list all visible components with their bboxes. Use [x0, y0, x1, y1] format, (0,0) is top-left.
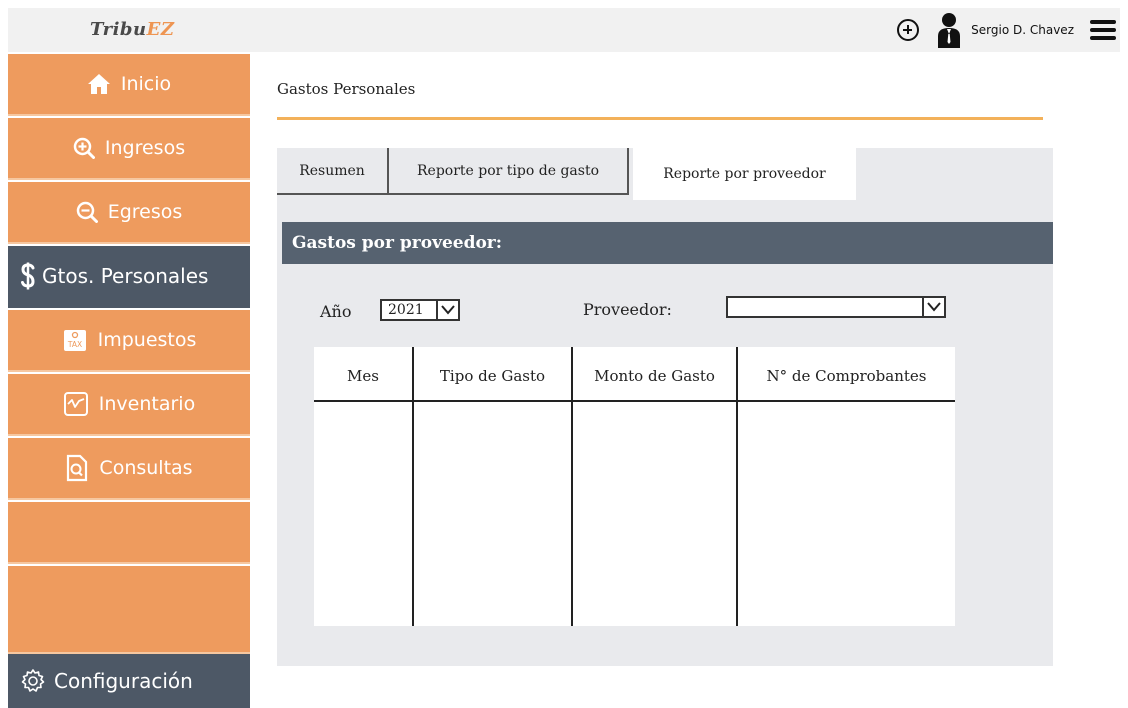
tax-icon: TAX [62, 327, 88, 353]
header-divider [314, 400, 955, 402]
tab-reporte-proveedor[interactable]: Reporte por proveedor [633, 148, 856, 200]
dollar-icon [20, 262, 36, 290]
home-icon [87, 73, 111, 95]
column-divider [571, 347, 573, 626]
column-divider [412, 347, 414, 626]
page-title: Gastos Personales [277, 80, 416, 98]
logo-accent-text: EZ [146, 19, 175, 40]
app-logo[interactable]: TribuEZ [90, 19, 174, 40]
sidebar-item-consultas[interactable]: Consultas [8, 438, 250, 500]
column-header-tipo-gasto: Tipo de Gasto [439, 367, 546, 385]
tab-resumen[interactable]: Resumen [277, 148, 389, 195]
year-select-value: 2021 [388, 302, 424, 318]
sidebar-item-gtos-personales[interactable]: Gtos. Personales [8, 246, 250, 308]
sidebar-item-inventario[interactable]: Inventario [8, 374, 250, 436]
chart-icon [63, 391, 89, 417]
tab-reporte-tipo-gasto[interactable]: Reporte por tipo de gasto [389, 148, 629, 195]
svg-text:TAX: TAX [66, 340, 81, 349]
logo-main-text: Tribu [90, 19, 147, 40]
user-name[interactable]: Sergio D. Chavez [971, 23, 1074, 37]
sidebar-item-ingresos[interactable]: Ingresos [8, 118, 250, 180]
year-label: Año [320, 302, 352, 321]
sidebar-item-label: Configuración [54, 669, 193, 693]
sidebar-item-label: Egresos [107, 201, 183, 223]
report-panel: Resumen Reporte por tipo de gasto Report… [277, 148, 1053, 666]
top-bar: TribuEZ Sergio D. Chavez [8, 8, 1120, 52]
sidebar-item-impuestos[interactable]: TAX Impuestos [8, 310, 250, 372]
provider-select[interactable] [726, 296, 946, 318]
chevron-down-icon[interactable] [922, 297, 944, 317]
tab-label: Reporte por proveedor [663, 166, 826, 182]
sidebar-empty-slot [8, 566, 250, 654]
gear-icon [20, 668, 46, 694]
provider-report-table: Mes Tipo de Gasto Monto de Gasto N° de C… [314, 347, 955, 626]
provider-label: Proveedor: [583, 300, 672, 319]
chevron-down-icon[interactable] [436, 300, 458, 320]
sidebar-item-configuracion[interactable]: Configuración [8, 654, 250, 708]
sidebar-item-label: Consultas [99, 457, 193, 479]
column-divider [736, 347, 738, 626]
section-header: Gastos por proveedor: [282, 222, 1053, 264]
sidebar-empty-slot [8, 502, 250, 564]
menu-icon[interactable] [1090, 20, 1116, 40]
sidebar-item-label: Gtos. Personales [42, 264, 209, 288]
user-avatar-icon[interactable] [935, 12, 963, 48]
sidebar-item-egresos[interactable]: Egresos [8, 182, 250, 244]
document-search-icon [65, 454, 89, 482]
sidebar-item-label: Inventario [98, 393, 196, 415]
column-header-mes: Mes [347, 367, 379, 385]
column-header-comprobantes: N° de Comprobantes [766, 367, 927, 385]
tab-label: Resumen [299, 162, 365, 179]
sidebar-item-inicio[interactable]: Inicio [8, 54, 250, 116]
add-icon[interactable] [897, 19, 920, 41]
sidebar-item-label: Ingresos [104, 137, 186, 159]
sidebar: Inicio Ingresos Egresos Gtos. Personales… [8, 54, 250, 708]
sidebar-item-label: Inicio [120, 73, 172, 95]
zoom-out-icon [76, 201, 98, 223]
zoom-in-icon [73, 137, 95, 159]
year-select[interactable]: 2021 [380, 299, 460, 321]
tab-label: Reporte por tipo de gasto [417, 162, 599, 179]
title-divider [277, 117, 1043, 120]
column-header-monto-gasto: Monto de Gasto [594, 367, 715, 385]
top-actions: Sergio D. Chavez [897, 12, 1116, 48]
sidebar-item-label: Impuestos [97, 329, 197, 351]
